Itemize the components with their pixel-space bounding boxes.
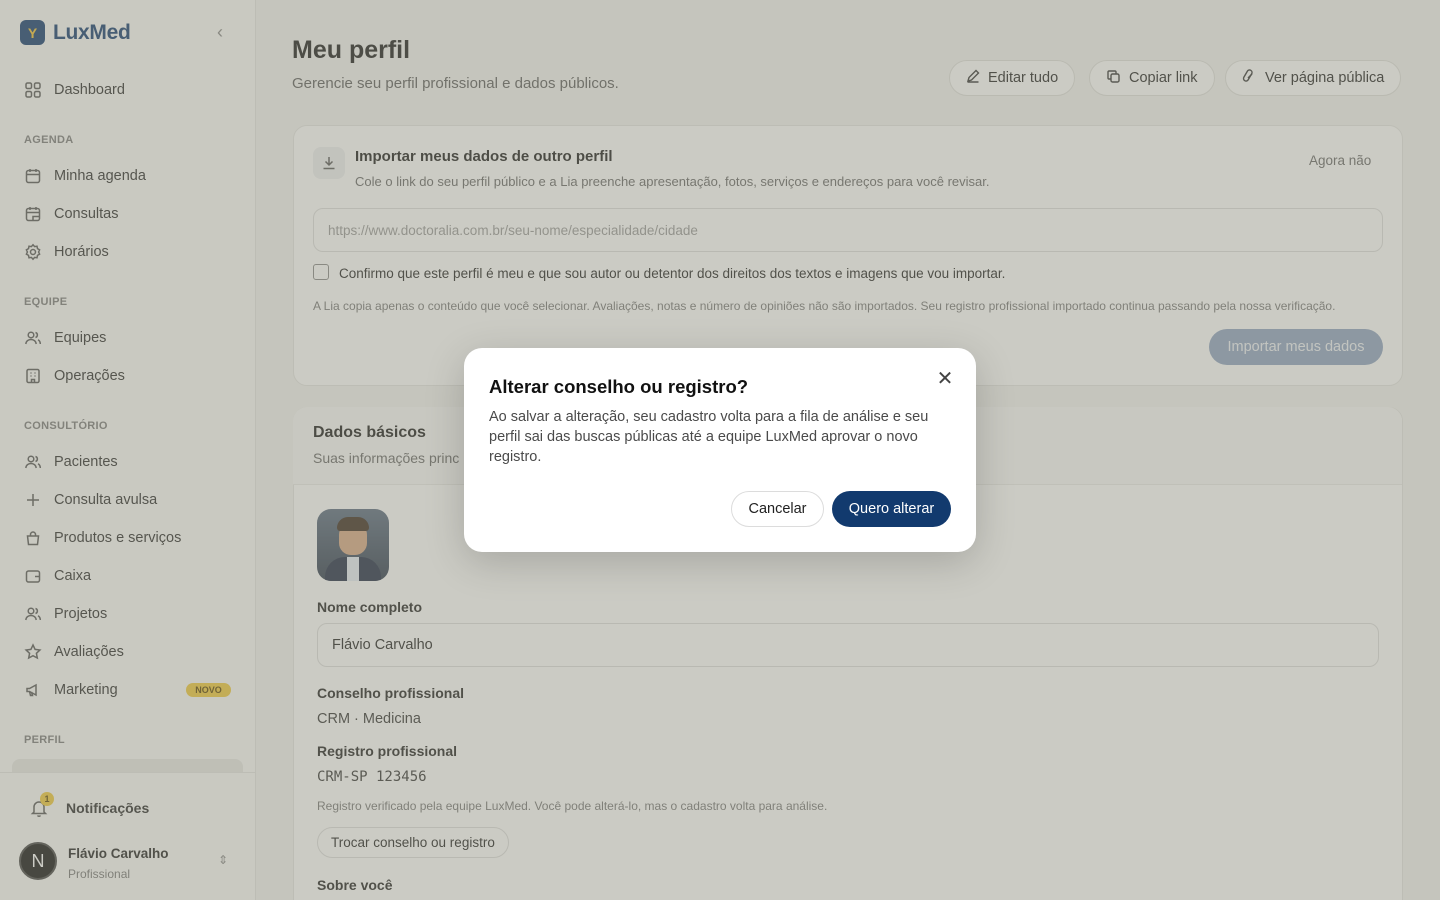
dialog-body: Ao salvar a alteração, seu cadastro volt… (489, 409, 929, 465)
cancel-button[interactable]: Cancelar (731, 491, 824, 527)
confirm-change-dialog: Alterar conselho ou registro? ✕ Ao salva… (464, 348, 976, 552)
close-icon[interactable]: ✕ (935, 368, 955, 390)
dialog-title: Alterar conselho ou registro? (489, 376, 749, 397)
confirm-change-button[interactable]: Quero alterar (832, 491, 951, 527)
